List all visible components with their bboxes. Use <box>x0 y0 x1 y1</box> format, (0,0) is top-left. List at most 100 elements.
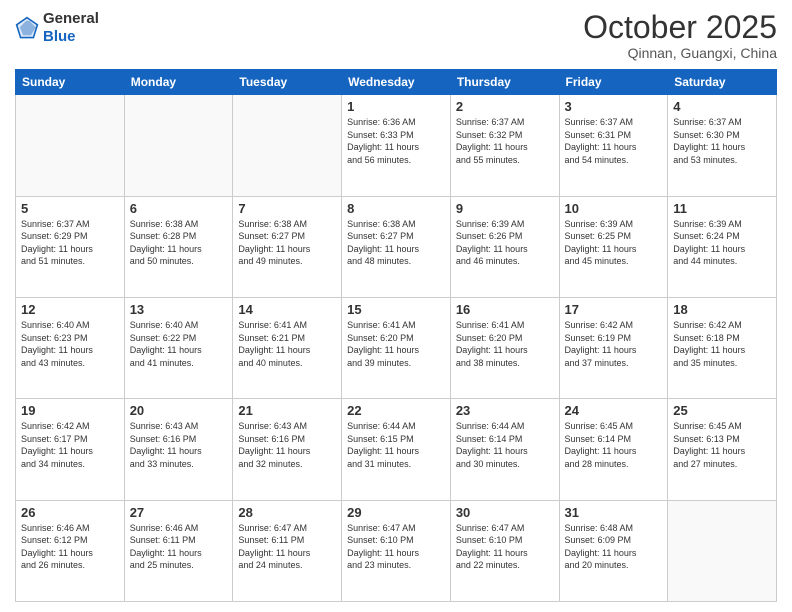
day-info: Sunrise: 6:38 AM Sunset: 6:28 PM Dayligh… <box>130 218 228 268</box>
day-info: Sunrise: 6:37 AM Sunset: 6:30 PM Dayligh… <box>673 116 771 166</box>
calendar-cell: 9 Sunrise: 6:39 AM Sunset: 6:26 PM Daylig… <box>450 196 559 297</box>
day-number: 1 <box>347 99 445 114</box>
day-info: Sunrise: 6:46 AM Sunset: 6:12 PM Dayligh… <box>21 522 119 572</box>
day-number: 11 <box>673 201 771 216</box>
calendar-cell: 10 Sunrise: 6:39 AM Sunset: 6:25 PM Dayli… <box>559 196 668 297</box>
calendar-week-row: 26 Sunrise: 6:46 AM Sunset: 6:12 PM Dayli… <box>16 500 777 601</box>
calendar-cell: 15Sunrise: 6:41 AM Sunset: 6:20 PM Dayli… <box>342 297 451 398</box>
header: General Blue October 2025 Qinnan, Guangx… <box>15 10 777 61</box>
day-number: 17 <box>565 302 663 317</box>
calendar-cell: 14 Sunrise: 6:41 AM Sunset: 6:21 PM Dayli… <box>233 297 342 398</box>
calendar-cell: 29 Sunrise: 6:47 AM Sunset: 6:10 PM Dayli… <box>342 500 451 601</box>
day-info: Sunrise: 6:46 AM Sunset: 6:11 PM Dayligh… <box>130 522 228 572</box>
day-number: 18 <box>673 302 771 317</box>
calendar-header-row: SundayMondayTuesdayWednesdayThursdayFrid… <box>16 70 777 95</box>
calendar-cell: 11Sunrise: 6:39 AM Sunset: 6:24 PM Dayli… <box>668 196 777 297</box>
logo-general: General <box>43 10 99 28</box>
title-block: October 2025 Qinnan, Guangxi, China <box>583 10 777 61</box>
day-info: Sunrise: 6:45 AM Sunset: 6:13 PM Dayligh… <box>673 420 771 470</box>
calendar-cell: 21 Sunrise: 6:43 AM Sunset: 6:16 PM Dayli… <box>233 399 342 500</box>
calendar-cell: 1 Sunrise: 6:36 AM Sunset: 6:33 PM Daylig… <box>342 95 451 196</box>
calendar-cell: 12 Sunrise: 6:40 AM Sunset: 6:23 PM Dayli… <box>16 297 125 398</box>
calendar-cell: 6 Sunrise: 6:38 AM Sunset: 6:28 PM Daylig… <box>124 196 233 297</box>
day-info: Sunrise: 6:42 AM Sunset: 6:17 PM Dayligh… <box>21 420 119 470</box>
calendar-cell: 18 Sunrise: 6:42 AM Sunset: 6:18 PM Dayli… <box>668 297 777 398</box>
calendar-cell <box>668 500 777 601</box>
day-number: 10 <box>565 201 663 216</box>
calendar-cell: 13Sunrise: 6:40 AM Sunset: 6:22 PM Dayli… <box>124 297 233 398</box>
day-number: 6 <box>130 201 228 216</box>
logo-icon <box>15 16 39 40</box>
day-info: Sunrise: 6:40 AM Sunset: 6:22 PM Dayligh… <box>130 319 228 369</box>
calendar-week-row: 5 Sunrise: 6:37 AM Sunset: 6:29 PM Daylig… <box>16 196 777 297</box>
day-info: Sunrise: 6:37 AM Sunset: 6:31 PM Dayligh… <box>565 116 663 166</box>
day-info: Sunrise: 6:38 AM Sunset: 6:27 PM Dayligh… <box>238 218 336 268</box>
day-info: Sunrise: 6:41 AM Sunset: 6:21 PM Dayligh… <box>238 319 336 369</box>
day-number: 28 <box>238 505 336 520</box>
day-number: 3 <box>565 99 663 114</box>
day-number: 29 <box>347 505 445 520</box>
day-info: Sunrise: 6:43 AM Sunset: 6:16 PM Dayligh… <box>130 420 228 470</box>
calendar-cell: 27Sunrise: 6:46 AM Sunset: 6:11 PM Dayli… <box>124 500 233 601</box>
calendar-cell: 19Sunrise: 6:42 AM Sunset: 6:17 PM Dayli… <box>16 399 125 500</box>
calendar-cell: 2Sunrise: 6:37 AM Sunset: 6:32 PM Daylig… <box>450 95 559 196</box>
weekday-header: Saturday <box>668 70 777 95</box>
day-info: Sunrise: 6:45 AM Sunset: 6:14 PM Dayligh… <box>565 420 663 470</box>
day-number: 7 <box>238 201 336 216</box>
page: General Blue October 2025 Qinnan, Guangx… <box>0 0 792 612</box>
day-number: 12 <box>21 302 119 317</box>
day-number: 30 <box>456 505 554 520</box>
day-number: 5 <box>21 201 119 216</box>
day-number: 26 <box>21 505 119 520</box>
day-info: Sunrise: 6:37 AM Sunset: 6:32 PM Dayligh… <box>456 116 554 166</box>
calendar-cell: 23Sunrise: 6:44 AM Sunset: 6:14 PM Dayli… <box>450 399 559 500</box>
day-number: 14 <box>238 302 336 317</box>
day-number: 25 <box>673 403 771 418</box>
weekday-header: Friday <box>559 70 668 95</box>
calendar-table: SundayMondayTuesdayWednesdayThursdayFrid… <box>15 69 777 602</box>
calendar-cell: 16 Sunrise: 6:41 AM Sunset: 6:20 PM Dayli… <box>450 297 559 398</box>
weekday-header: Sunday <box>16 70 125 95</box>
day-number: 4 <box>673 99 771 114</box>
logo-blue: Blue <box>43 28 99 46</box>
day-number: 23 <box>456 403 554 418</box>
day-info: Sunrise: 6:39 AM Sunset: 6:26 PM Dayligh… <box>456 218 554 268</box>
day-number: 16 <box>456 302 554 317</box>
day-info: Sunrise: 6:43 AM Sunset: 6:16 PM Dayligh… <box>238 420 336 470</box>
day-info: Sunrise: 6:39 AM Sunset: 6:25 PM Dayligh… <box>565 218 663 268</box>
calendar-cell: 8 Sunrise: 6:38 AM Sunset: 6:27 PM Daylig… <box>342 196 451 297</box>
calendar-cell: 22 Sunrise: 6:44 AM Sunset: 6:15 PM Dayli… <box>342 399 451 500</box>
calendar-cell: 31Sunrise: 6:48 AM Sunset: 6:09 PM Dayli… <box>559 500 668 601</box>
calendar-week-row: 1 Sunrise: 6:36 AM Sunset: 6:33 PM Daylig… <box>16 95 777 196</box>
day-info: Sunrise: 6:36 AM Sunset: 6:33 PM Dayligh… <box>347 116 445 166</box>
day-number: 22 <box>347 403 445 418</box>
calendar-week-row: 19Sunrise: 6:42 AM Sunset: 6:17 PM Dayli… <box>16 399 777 500</box>
weekday-header: Monday <box>124 70 233 95</box>
day-number: 9 <box>456 201 554 216</box>
calendar-cell: 4 Sunrise: 6:37 AM Sunset: 6:30 PM Daylig… <box>668 95 777 196</box>
day-info: Sunrise: 6:37 AM Sunset: 6:29 PM Dayligh… <box>21 218 119 268</box>
day-info: Sunrise: 6:44 AM Sunset: 6:15 PM Dayligh… <box>347 420 445 470</box>
day-info: Sunrise: 6:47 AM Sunset: 6:10 PM Dayligh… <box>347 522 445 572</box>
day-number: 24 <box>565 403 663 418</box>
calendar-cell: 17 Sunrise: 6:42 AM Sunset: 6:19 PM Dayli… <box>559 297 668 398</box>
day-info: Sunrise: 6:47 AM Sunset: 6:11 PM Dayligh… <box>238 522 336 572</box>
calendar-cell: 24 Sunrise: 6:45 AM Sunset: 6:14 PM Dayli… <box>559 399 668 500</box>
calendar-cell: 5 Sunrise: 6:37 AM Sunset: 6:29 PM Daylig… <box>16 196 125 297</box>
calendar-cell <box>233 95 342 196</box>
day-info: Sunrise: 6:40 AM Sunset: 6:23 PM Dayligh… <box>21 319 119 369</box>
day-number: 15 <box>347 302 445 317</box>
day-number: 31 <box>565 505 663 520</box>
day-info: Sunrise: 6:41 AM Sunset: 6:20 PM Dayligh… <box>456 319 554 369</box>
day-number: 21 <box>238 403 336 418</box>
logo: General Blue <box>15 10 99 46</box>
day-info: Sunrise: 6:38 AM Sunset: 6:27 PM Dayligh… <box>347 218 445 268</box>
calendar-cell: 25 Sunrise: 6:45 AM Sunset: 6:13 PM Dayli… <box>668 399 777 500</box>
calendar-cell: 3 Sunrise: 6:37 AM Sunset: 6:31 PM Daylig… <box>559 95 668 196</box>
page-title: October 2025 <box>583 10 777 45</box>
day-info: Sunrise: 6:42 AM Sunset: 6:18 PM Dayligh… <box>673 319 771 369</box>
weekday-header: Thursday <box>450 70 559 95</box>
page-subtitle: Qinnan, Guangxi, China <box>583 45 777 61</box>
day-info: Sunrise: 6:42 AM Sunset: 6:19 PM Dayligh… <box>565 319 663 369</box>
day-number: 8 <box>347 201 445 216</box>
